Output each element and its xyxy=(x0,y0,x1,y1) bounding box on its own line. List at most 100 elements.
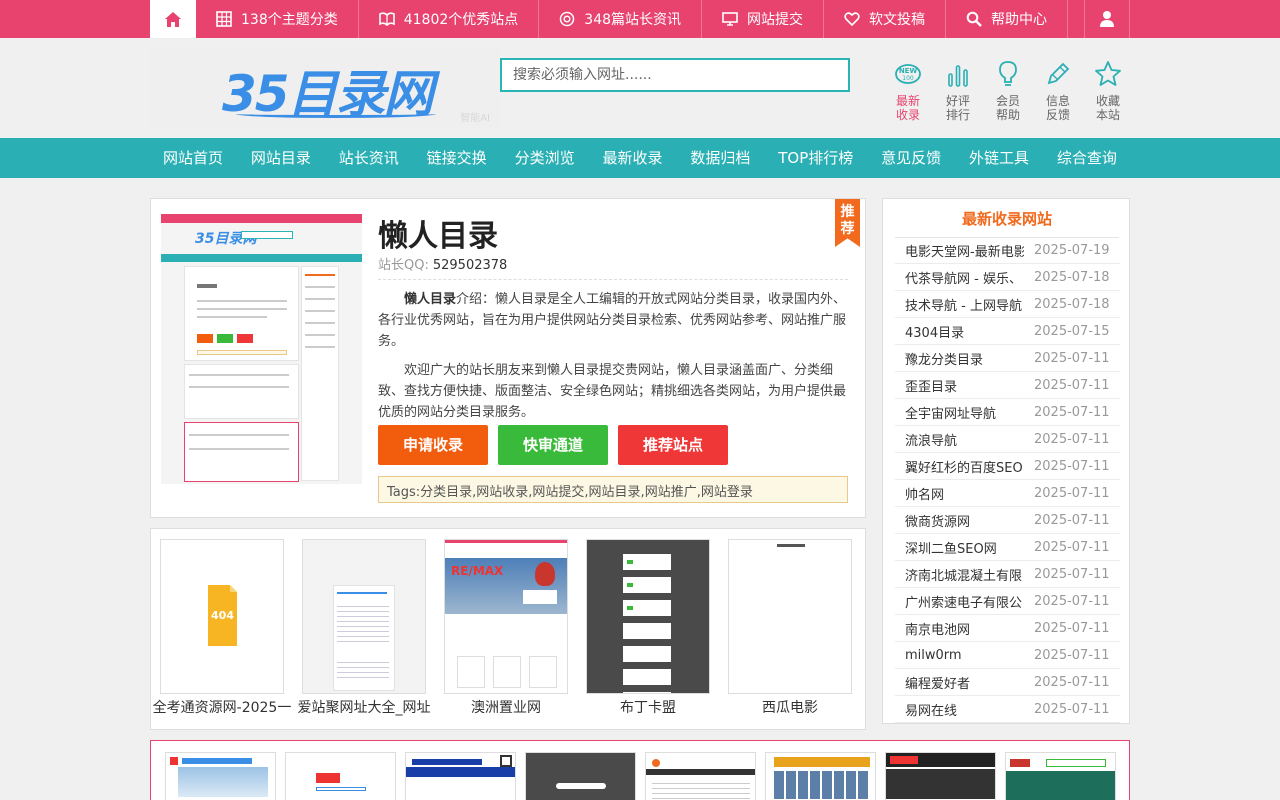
site-thumbnail[interactable] xyxy=(405,752,516,800)
list-item[interactable]: 歪歪目录 2025-07-11 xyxy=(895,372,1120,399)
member-help-button[interactable]: 会员帮助 xyxy=(983,60,1033,122)
site-thumbnail[interactable] xyxy=(285,752,396,800)
site-date: 2025-07-11 xyxy=(1034,593,1110,609)
nav-home[interactable]: 网站首页 xyxy=(150,138,236,178)
list-item[interactable]: 技术导航 - 上网导航 2025-07-18 xyxy=(895,291,1120,318)
site-thumbnail[interactable] xyxy=(765,752,876,800)
list-item[interactable]: 编程爱好者 2025-07-11 xyxy=(895,669,1120,696)
site-name[interactable]: milw0rm xyxy=(895,648,1024,663)
apply-button[interactable]: 申请收录 xyxy=(378,425,488,465)
site-thumbnail[interactable]: 404 xyxy=(160,539,284,694)
action-buttons: 申请收录 快审通道 推荐站点 xyxy=(378,425,738,465)
thumbnail-label[interactable]: 西瓜电影 xyxy=(719,697,861,717)
topbar-sites-link[interactable]: 41802个优秀站点 xyxy=(359,0,540,38)
site-name[interactable]: 翼好红杉的百度SEO xyxy=(895,457,1024,476)
thumbnail-label[interactable]: 全考通资源网-2025一 xyxy=(151,697,293,717)
site-name[interactable]: 电影天堂网-最新电影- xyxy=(895,241,1024,260)
thumbnail-label[interactable]: 澳洲置业网 xyxy=(435,697,577,717)
list-item[interactable]: milw0rm 2025-07-11 xyxy=(895,642,1120,669)
nav-directory[interactable]: 网站目录 xyxy=(238,138,324,178)
list-item[interactable]: 易网在线 2025-07-11 xyxy=(895,696,1120,723)
circle-dot-icon xyxy=(560,11,575,27)
list-item[interactable]: 全宇宙网址导航 2025-07-11 xyxy=(895,399,1120,426)
thumbnail-label[interactable]: 爱站聚网址大全_网址 xyxy=(293,697,435,717)
topbar-submit-link[interactable]: 网站提交 xyxy=(702,0,825,38)
site-thumbnail[interactable] xyxy=(885,752,996,800)
nav-category-browse[interactable]: 分类浏览 xyxy=(502,138,588,178)
list-item[interactable]: 豫龙分类目录 2025-07-11 xyxy=(895,345,1120,372)
nav-feedback[interactable]: 意见反馈 xyxy=(868,138,954,178)
site-name[interactable]: 代茶导航网 - 娱乐、 xyxy=(895,268,1024,287)
recommend-button[interactable]: 推荐站点 xyxy=(618,425,728,465)
site-name[interactable]: 深圳二鱼SEO网 xyxy=(895,538,1024,557)
topbar-article-label: 软文投稿 xyxy=(869,12,926,28)
new-icon: NEW100 xyxy=(895,64,921,84)
bookmark-button[interactable]: 收藏本站 xyxy=(1083,60,1133,122)
list-item[interactable]: 帅名网 2025-07-11 xyxy=(895,480,1120,507)
site-screenshot[interactable]: 35目录网 xyxy=(161,214,362,484)
fast-review-button[interactable]: 快审通道 xyxy=(498,425,608,465)
list-item[interactable]: 代茶导航网 - 娱乐、 2025-07-18 xyxy=(895,264,1120,291)
list-item[interactable]: 翼好红杉的百度SEO 2025-07-11 xyxy=(895,453,1120,480)
site-name[interactable]: 济南北城混凝土有限 xyxy=(895,565,1024,584)
nav-latest[interactable]: 最新收录 xyxy=(589,138,675,178)
site-name[interactable]: 易网在线 xyxy=(895,700,1024,719)
user-button[interactable] xyxy=(1084,0,1130,38)
list-item[interactable]: 南京电池网 2025-07-11 xyxy=(895,615,1120,642)
site-date: 2025-07-11 xyxy=(1034,539,1110,555)
site-name[interactable]: 编程爱好者 xyxy=(895,673,1024,692)
nav-news[interactable]: 站长资讯 xyxy=(326,138,412,178)
member-help-label: 会员帮助 xyxy=(995,94,1020,122)
home-button[interactable] xyxy=(150,0,196,38)
site-thumbnail[interactable] xyxy=(302,539,426,694)
site-date: 2025-07-11 xyxy=(1034,377,1110,393)
search-input[interactable] xyxy=(500,58,850,92)
site-thumbnail[interactable] xyxy=(165,752,276,800)
site-name[interactable]: 豫龙分类目录 xyxy=(895,349,1024,368)
list-item[interactable]: 微商货源网 2025-07-11 xyxy=(895,507,1120,534)
topbar-categories-link[interactable]: 138个主题分类 xyxy=(196,0,359,38)
topbar-help-link[interactable]: 帮助中心 xyxy=(946,0,1069,38)
site-thumbnail[interactable] xyxy=(728,539,852,694)
site-thumbnail[interactable] xyxy=(645,752,756,800)
site-name[interactable]: 技术导航 - 上网导航 xyxy=(895,295,1024,314)
site-name[interactable]: 4304目录 xyxy=(895,322,1024,341)
thumbnail-label[interactable]: 布丁卡盟 xyxy=(577,697,719,717)
site-name[interactable]: 南京电池网 xyxy=(895,619,1024,638)
list-item[interactable]: 流浪导航 2025-07-11 xyxy=(895,426,1120,453)
qq-label: 站长QQ: xyxy=(378,258,429,273)
topbar-news-link[interactable]: 348篇站长资讯 xyxy=(539,0,703,38)
site-thumbnail[interactable] xyxy=(525,752,636,800)
site-description: 懒人目录介绍：懒人目录是全人工编辑的开放式网站分类目录，收录国内外、各行业优秀网… xyxy=(378,289,850,431)
list-item[interactable]: 济南北城混凝土有限 2025-07-11 xyxy=(895,561,1120,588)
list-item[interactable]: 电影天堂网-最新电影- 2025-07-19 xyxy=(895,237,1120,264)
nav-archive[interactable]: 数据归档 xyxy=(677,138,763,178)
nav-query[interactable]: 综合查询 xyxy=(1044,138,1130,178)
latest-button[interactable]: NEW 100 最新收录 xyxy=(883,60,933,122)
site-name[interactable]: 广州索速电子有限公 xyxy=(895,592,1024,611)
site-date: 2025-07-19 xyxy=(1034,242,1110,258)
site-date: 2025-07-11 xyxy=(1034,485,1110,501)
site-name[interactable]: 微商货源网 xyxy=(895,511,1024,530)
list-item[interactable]: 深圳二鱼SEO网 2025-07-11 xyxy=(895,534,1120,561)
intro-paragraph: 懒人目录介绍：懒人目录是全人工编辑的开放式网站分类目录，收录国内外、各行业优秀网… xyxy=(378,289,850,352)
site-name[interactable]: 全宇宙网址导航 xyxy=(895,403,1024,422)
ranking-button[interactable]: 好评排行 xyxy=(933,60,983,122)
site-name[interactable]: 流浪导航 xyxy=(895,430,1024,449)
site-thumbnail[interactable] xyxy=(586,539,710,694)
site-date: 2025-07-11 xyxy=(1034,647,1110,663)
list-item[interactable]: 广州索速电子有限公 2025-07-11 xyxy=(895,588,1120,615)
nav-link-exchange[interactable]: 链接交换 xyxy=(414,138,500,178)
site-name[interactable]: 帅名网 xyxy=(895,484,1024,503)
list-item[interactable]: 4304目录 2025-07-15 xyxy=(895,318,1120,345)
site-thumbnail[interactable]: RE/MAX xyxy=(444,539,568,694)
site-logo[interactable]: 35目录网 智能AI xyxy=(150,48,500,128)
site-name[interactable]: 歪歪目录 xyxy=(895,376,1024,395)
nav-link-tools[interactable]: 外链工具 xyxy=(956,138,1042,178)
user-icon xyxy=(1100,11,1114,27)
topbar-article-link[interactable]: 软文投稿 xyxy=(824,0,947,38)
feedback-button[interactable]: 信息反馈 xyxy=(1033,60,1083,122)
nav-top-ranking[interactable]: TOP排行榜 xyxy=(765,138,866,178)
site-date: 2025-07-15 xyxy=(1034,323,1110,339)
site-thumbnail[interactable] xyxy=(1005,752,1116,800)
